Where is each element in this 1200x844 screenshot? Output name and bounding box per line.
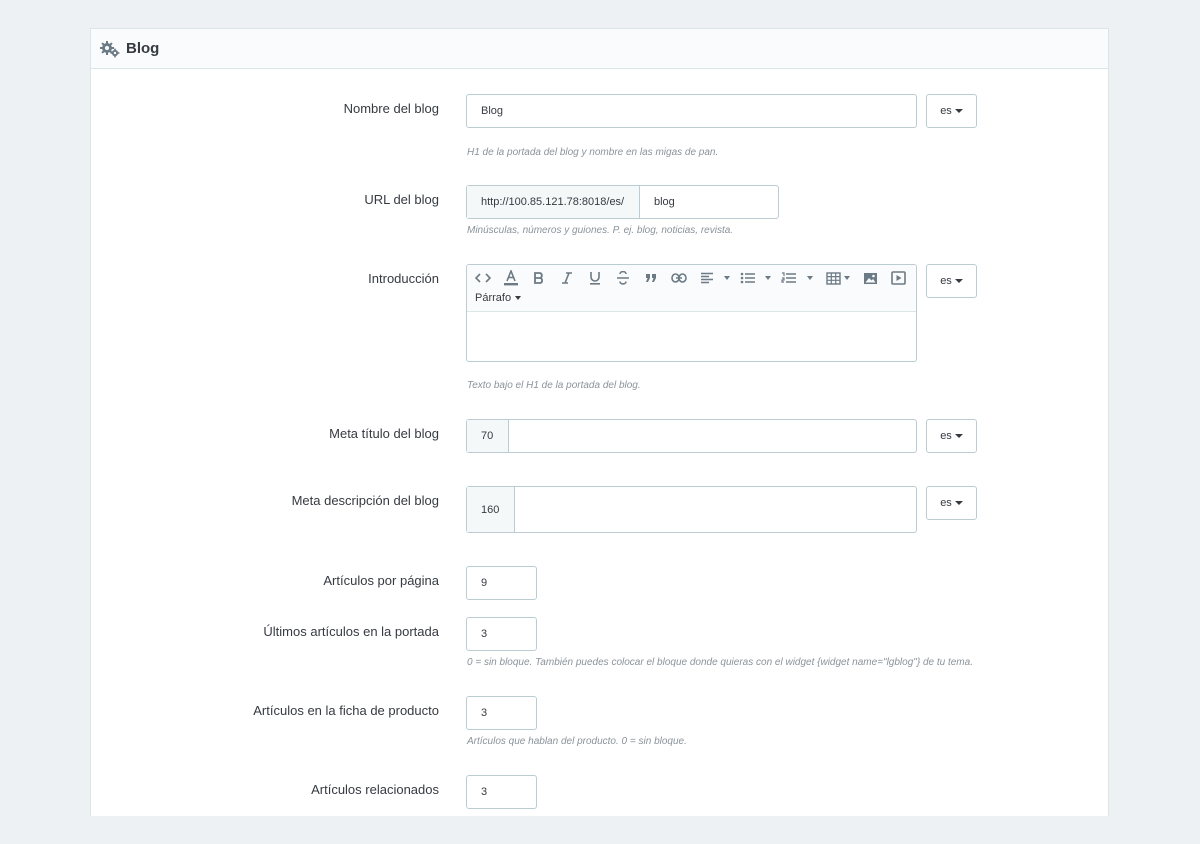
- product-page-help: Artículos que hablan del producto. 0 = s…: [467, 736, 687, 747]
- table-caret-icon[interactable]: [844, 276, 850, 280]
- intro-label: Introducción: [368, 271, 439, 286]
- align-icon[interactable]: [698, 270, 716, 286]
- intro-help: Texto bajo el H1 de la portada del blog.: [467, 380, 641, 391]
- blog-name-value: Blog: [481, 105, 504, 117]
- format-dropdown[interactable]: Párrafo: [475, 292, 522, 304]
- numbered-list-icon[interactable]: [780, 270, 798, 286]
- per-page-value: 9: [481, 577, 488, 589]
- strikethrough-icon[interactable]: [614, 270, 632, 286]
- editor-toolbar: Párrafo: [467, 265, 916, 312]
- cogs-icon: [100, 41, 120, 58]
- latest-home-label: Últimos artículos en la portada: [263, 624, 439, 639]
- product-page-value: 3: [481, 707, 488, 719]
- blog-settings-panel: Blog Nombre del blog Blog es H1 de la po…: [90, 28, 1109, 816]
- per-page-label: Artículos por página: [323, 573, 439, 588]
- blog-url-label: URL del blog: [364, 192, 439, 207]
- meta-title-counter: 70: [467, 420, 509, 452]
- product-page-label: Artículos en la ficha de producto: [253, 703, 439, 718]
- link-icon[interactable]: [670, 270, 688, 286]
- caret-down-icon: [954, 279, 963, 283]
- latest-home-input[interactable]: 3: [466, 617, 537, 651]
- bold-icon[interactable]: [530, 270, 548, 286]
- latest-home-help: 0 = sin bloque. También puedes colocar e…: [467, 657, 973, 668]
- meta-title-input[interactable]: 70: [466, 419, 917, 453]
- blog-name-label: Nombre del blog: [343, 101, 439, 116]
- intro-lang-button[interactable]: es: [926, 264, 977, 298]
- caret-down-icon: [954, 501, 963, 505]
- format-label: Párrafo: [475, 292, 512, 304]
- meta-desc-textarea[interactable]: 160: [466, 486, 917, 533]
- per-page-input[interactable]: 9: [466, 566, 537, 600]
- latest-home-value: 3: [481, 628, 488, 640]
- panel-heading: Blog: [91, 29, 1108, 69]
- code-icon[interactable]: [474, 270, 492, 286]
- table-icon[interactable]: [824, 270, 842, 286]
- meta-desc-lang-button[interactable]: es: [926, 486, 977, 520]
- lang-label: es: [940, 430, 952, 442]
- blog-url-prefix: http://100.85.121.78:8018/es/: [467, 186, 640, 218]
- related-label: Artículos relacionados: [311, 782, 439, 797]
- caret-down-icon: [515, 296, 522, 301]
- image-icon[interactable]: [861, 270, 879, 286]
- related-value: 3: [481, 786, 488, 798]
- meta-title-label: Meta título del blog: [329, 426, 439, 441]
- lang-label: es: [940, 105, 952, 117]
- blog-name-lang-button[interactable]: es: [926, 94, 977, 128]
- blog-name-help: H1 de la portada del blog y nombre en la…: [467, 147, 719, 158]
- blog-url-value: blog: [654, 196, 675, 208]
- font-color-icon[interactable]: [502, 270, 520, 286]
- blog-url-help: Minúsculas, números y guiones. P. ej. bl…: [467, 225, 734, 236]
- quote-icon[interactable]: [642, 270, 660, 286]
- panel-title: Blog: [126, 40, 160, 57]
- meta-desc-label: Meta descripción del blog: [291, 493, 439, 508]
- caret-down-icon: [954, 109, 963, 113]
- bullet-list-icon[interactable]: [739, 270, 757, 286]
- underline-icon[interactable]: [586, 270, 604, 286]
- align-caret-icon[interactable]: [724, 276, 730, 280]
- intro-rich-text-editor[interactable]: Párrafo: [466, 264, 917, 362]
- meta-desc-counter: 160: [467, 487, 515, 532]
- caret-down-icon: [954, 434, 963, 438]
- lang-label: es: [940, 497, 952, 509]
- meta-title-lang-button[interactable]: es: [926, 419, 977, 453]
- bullet-caret-icon[interactable]: [765, 276, 771, 280]
- italic-icon[interactable]: [558, 270, 576, 286]
- video-icon[interactable]: [889, 270, 907, 286]
- blog-name-input[interactable]: Blog: [466, 94, 917, 128]
- product-page-input[interactable]: 3: [466, 696, 537, 730]
- blog-url-input[interactable]: http://100.85.121.78:8018/es/ blog: [466, 185, 779, 219]
- related-input[interactable]: 3: [466, 775, 537, 809]
- lang-label: es: [940, 275, 952, 287]
- numbered-caret-icon[interactable]: [807, 276, 813, 280]
